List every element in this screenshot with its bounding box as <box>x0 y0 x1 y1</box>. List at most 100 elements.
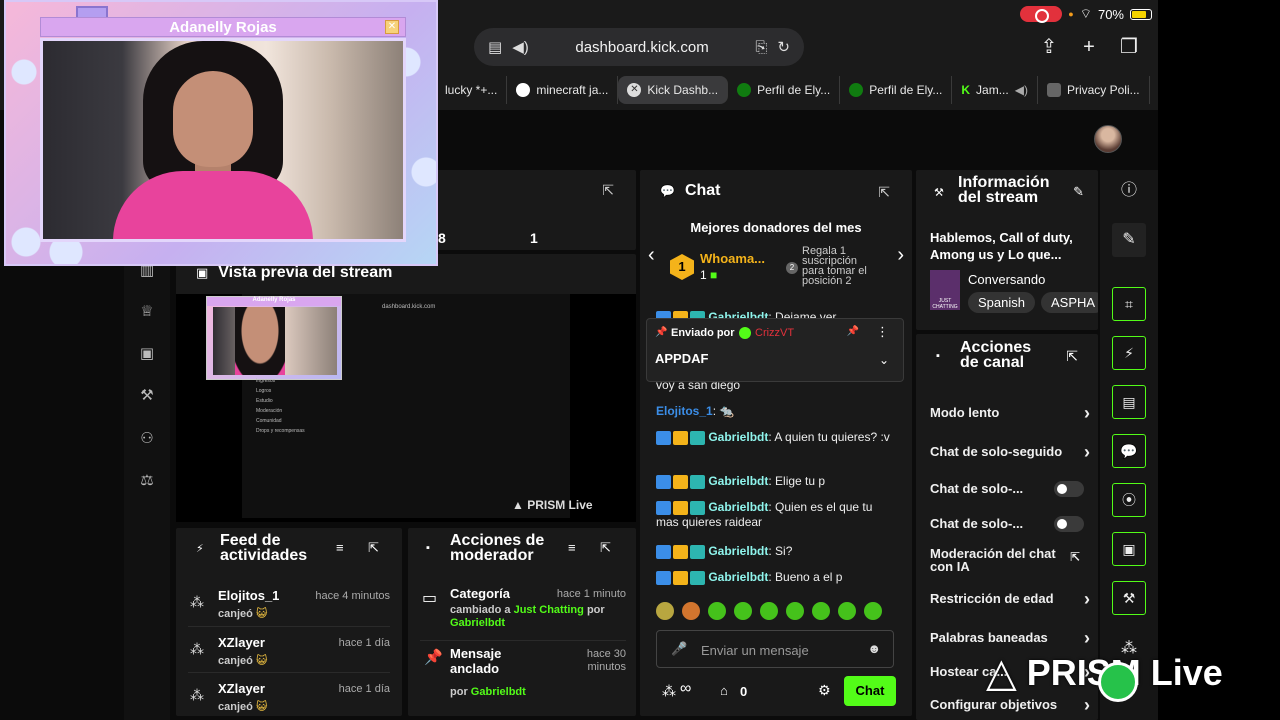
chat-username[interactable]: Gabrielbdt <box>708 500 768 514</box>
studio-icon[interactable]: ▣ <box>136 343 158 365</box>
pinned-message[interactable]: 📌 Enviado por CrizzVT 📌 ⋮ APPDAF ⌄ <box>646 318 904 382</box>
chat-message[interactable]: Gabrielbdt: Si? <box>656 544 896 559</box>
points-icon[interactable]: ⁂ <box>662 683 676 700</box>
streamer-shirt <box>113 171 313 239</box>
clip-icon[interactable]: ⌗ <box>1112 287 1146 321</box>
more-icon[interactable]: ⋮ <box>876 324 889 340</box>
action-goals[interactable]: Configurar objetivos › <box>930 695 1090 715</box>
prev-arrow-icon[interactable]: ‹ <box>648 244 655 267</box>
chat-message[interactable]: Gabrielbdt: Bueno a el p <box>656 570 896 585</box>
mic-icon[interactable]: 🎤 <box>671 641 687 657</box>
chat-username[interactable]: Gabrielbdt <box>708 570 768 584</box>
tab-minecraft[interactable]: minecraft ja... <box>507 76 619 104</box>
action-followers-only[interactable]: Chat de solo-seguido › <box>930 442 1090 462</box>
edit-icon[interactable]: ✎ <box>1073 184 1084 200</box>
tab-overview-icon[interactable]: ▤ <box>488 38 502 56</box>
feed-item[interactable]: ⁂ XZlayer hace 1 día canjeó 😺 <box>188 626 390 672</box>
prism-watermark-small: ▲ PRISM Live <box>512 498 593 512</box>
tab-jam[interactable]: K Jam... ◀) <box>952 76 1038 104</box>
top-donor-name[interactable]: Whoama... <box>700 251 765 266</box>
close-tab-icon[interactable]: ✕ <box>627 83 642 97</box>
trophy-icon[interactable]: ♕ <box>136 301 158 323</box>
next-arrow-icon[interactable]: › <box>897 244 904 267</box>
speaker-icon[interactable]: ◀) <box>512 38 529 56</box>
emote-icon[interactable] <box>760 602 778 620</box>
gift-suggestion[interactable]: Regala 1 suscripción para tomar el posic… <box>802 246 880 287</box>
tag[interactable]: ASPHA <box>1040 292 1098 313</box>
tab-perfil-2[interactable]: Perfil de Ely... <box>840 76 953 104</box>
emote-icon[interactable] <box>734 602 752 620</box>
stream-title: Hablemos, Call of duty, Among us y Lo qu… <box>930 230 1073 262</box>
filter-icon[interactable]: ≡ <box>336 540 344 555</box>
chat-message[interactable]: Elojitos_1: 🐀 <box>656 404 896 419</box>
broadcast-icon[interactable]: ⦿ <box>1112 483 1146 517</box>
pinned-sender[interactable]: CrizzVT <box>755 327 794 339</box>
cat-icon: 😺 <box>255 608 268 620</box>
toggle-switch[interactable] <box>1054 481 1084 497</box>
wrench-icon[interactable]: ⚒ <box>136 385 158 407</box>
tab-perfil-1[interactable]: Perfil de Ely... <box>728 76 841 104</box>
prism-record-icon[interactable] <box>1098 662 1138 702</box>
feed-item[interactable]: ⁂ XZlayer hace 1 día canjeó 😺 <box>188 672 390 718</box>
drops-icon[interactable]: ⚖ <box>136 470 158 492</box>
bolt-icon[interactable]: ⚡ <box>1112 336 1146 370</box>
edit-icon[interactable]: ✎ <box>1112 223 1146 257</box>
new-tab-icon[interactable]: + <box>1076 34 1102 60</box>
action-ai-moderation[interactable]: Moderación del chat con IA ⇱ <box>930 547 1080 573</box>
chevron-down-icon[interactable]: ⌄ <box>879 353 889 367</box>
toggle-switch[interactable] <box>1054 516 1084 532</box>
info-icon[interactable]: ⓘ <box>1112 174 1146 208</box>
emote-icon[interactable] <box>864 602 882 620</box>
settings-icon[interactable]: ⚙ <box>818 682 831 699</box>
notes-icon[interactable]: ▤ <box>1112 385 1146 419</box>
emote-icon[interactable] <box>786 602 804 620</box>
chat-message[interactable]: Gabrielbdt: A quien tu quieres? :v <box>656 430 896 445</box>
address-bar[interactable]: ▤ ◀) dashboard.kick.com ⎘ ↻ <box>474 28 804 66</box>
expand-icon[interactable]: ⇱ <box>368 540 379 556</box>
filter-icon[interactable]: ≡ <box>568 540 576 555</box>
url-text[interactable]: dashboard.kick.com <box>539 39 746 56</box>
tab-kick-dashboard[interactable]: ✕ Kick Dashb... <box>618 76 729 104</box>
audio-icon[interactable]: ◀) <box>1015 83 1028 97</box>
chat-username[interactable]: Gabrielbdt <box>708 544 768 558</box>
mod-item-title: Mensaje anclado <box>450 646 501 676</box>
wrench-icon[interactable]: ⚒ <box>1112 581 1146 615</box>
tab-lucky[interactable]: lucky *+... <box>436 76 508 104</box>
chat-input[interactable]: 🎤 Enviar un mensaje ☻ <box>656 630 894 668</box>
action-age-restriction[interactable]: Restricción de edad › <box>930 589 1090 609</box>
chat-username[interactable]: Gabrielbdt <box>708 430 768 444</box>
feed-item[interactable]: ⁂ Elojitos_1 hace 4 minutos canjeó 😺 <box>188 580 390 626</box>
expand-icon[interactable]: ⇱ <box>600 540 611 556</box>
gift-icon[interactable]: ⌂ <box>720 683 728 698</box>
mod-item-category[interactable]: ▭ Categoría hace 1 minuto cambiado a Jus… <box>420 586 626 634</box>
preview-video[interactable]: Adanelly Rojas dashboard.kick.com Ingres… <box>176 294 636 522</box>
chat-message[interactable]: Gabrielbdt: Quien es el que tu mas quier… <box>656 500 896 530</box>
emote-icon[interactable] <box>656 602 674 620</box>
chat-message[interactable]: Gabrielbdt: Elige tu p <box>656 474 896 489</box>
expand-icon[interactable]: ⇱ <box>878 184 890 201</box>
mod-panel-icon[interactable]: ▣ <box>1112 532 1146 566</box>
expand-icon[interactable]: ⇱ <box>1066 348 1078 365</box>
tab-privacy[interactable]: Privacy Poli... <box>1038 76 1150 104</box>
community-icon[interactable]: ⚇ <box>136 428 158 450</box>
reader-icon[interactable]: ⎘ <box>755 39 767 56</box>
expand-icon[interactable]: ⇱ <box>602 182 614 199</box>
action-banned-words[interactable]: Palabras baneadas › <box>930 628 1090 648</box>
emote-icon[interactable] <box>682 602 700 620</box>
chat-icon[interactable]: 💬 <box>1112 434 1146 468</box>
mod-item-pinned[interactable]: 📌 Mensaje anclado hace 30 minutos por Ga… <box>420 646 626 706</box>
tag[interactable]: Spanish <box>968 292 1035 313</box>
emote-icon[interactable] <box>812 602 830 620</box>
share-icon[interactable]: ⇪ <box>1036 34 1062 60</box>
reload-icon[interactable]: ↻ <box>777 38 790 56</box>
emote-icon[interactable] <box>708 602 726 620</box>
send-chat-button[interactable]: Chat <box>844 676 896 706</box>
emote-icon[interactable] <box>838 602 856 620</box>
chat-username[interactable]: Gabrielbdt <box>708 474 768 488</box>
action-slow-mode[interactable]: Modo lento › <box>930 403 1090 423</box>
user-avatar[interactable] <box>1094 125 1122 153</box>
chat-username[interactable]: Elojitos_1 <box>656 404 713 418</box>
unpin-icon[interactable]: 📌 <box>847 326 859 337</box>
emoji-icon[interactable]: ☻ <box>867 641 881 656</box>
tabs-icon[interactable]: ❐ <box>1116 34 1142 60</box>
